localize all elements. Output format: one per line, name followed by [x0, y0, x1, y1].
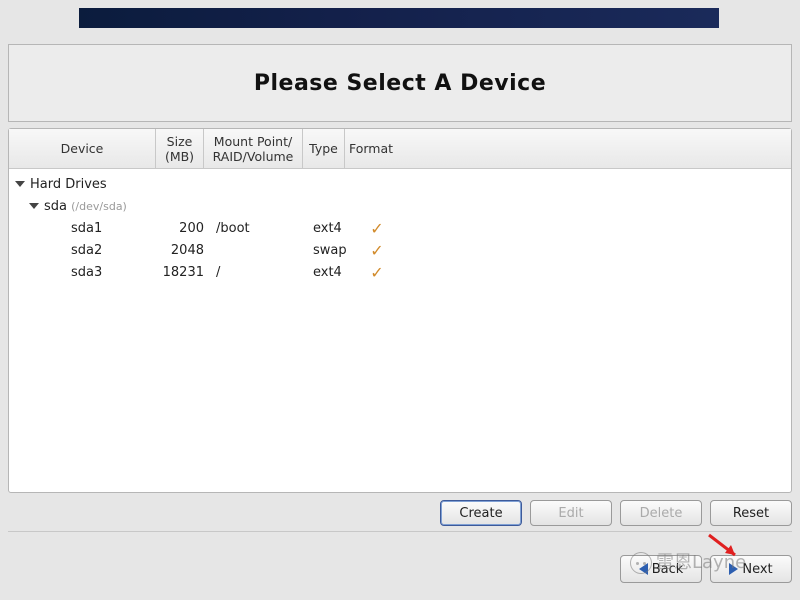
page-title: Please Select A Device: [254, 71, 546, 96]
col-size[interactable]: Size (MB): [156, 129, 204, 168]
back-button[interactable]: Back: [620, 555, 702, 583]
partition-name: sda1: [15, 221, 162, 236]
top-banner: [79, 8, 719, 28]
partition-name: sda2: [15, 243, 162, 258]
col-format[interactable]: Format: [345, 129, 397, 168]
partition-type: swap: [309, 243, 351, 258]
partition-size: 200: [162, 221, 210, 236]
partition-row[interactable]: sda1 200 /boot ext4 ✓: [9, 217, 791, 239]
action-button-row: Create Edit Delete Reset: [8, 500, 792, 532]
create-button[interactable]: Create: [440, 500, 522, 526]
col-type[interactable]: Type: [303, 129, 345, 168]
nav-button-row: Back Next: [620, 555, 792, 583]
arrow-left-icon: [639, 563, 648, 575]
title-panel: Please Select A Device: [8, 44, 792, 122]
check-icon: ✓: [370, 263, 383, 282]
col-mount[interactable]: Mount Point/ RAID/Volume: [204, 129, 303, 168]
edit-button: Edit: [530, 500, 612, 526]
partition-size: 2048: [162, 243, 210, 258]
partition-row[interactable]: sda2 2048 swap ✓: [9, 239, 791, 261]
partition-mount: /: [210, 265, 309, 280]
group-label: Hard Drives: [30, 177, 107, 192]
partition-type: ext4: [309, 265, 351, 280]
partition-mount: /boot: [210, 221, 309, 236]
partition-type: ext4: [309, 221, 351, 236]
reset-button[interactable]: Reset: [710, 500, 792, 526]
device-table: Device Size (MB) Mount Point/ RAID/Volum…: [8, 128, 792, 493]
partition-format: ✓: [351, 263, 403, 282]
check-icon: ✓: [370, 241, 383, 260]
check-icon: ✓: [370, 219, 383, 238]
table-header-row: Device Size (MB) Mount Point/ RAID/Volum…: [9, 129, 791, 169]
disk-path: (/dev/sda): [71, 200, 127, 213]
col-device[interactable]: Device: [9, 129, 156, 168]
partition-name: sda3: [15, 265, 162, 280]
chevron-down-icon[interactable]: [29, 203, 39, 209]
disk-label: sda: [44, 199, 67, 214]
chevron-down-icon[interactable]: [15, 181, 25, 187]
annotation-arrow-icon: [707, 533, 747, 563]
delete-button: Delete: [620, 500, 702, 526]
table-body: Hard Drives sda (/dev/sda) sda1 200 /boo…: [9, 169, 791, 283]
partition-row[interactable]: sda3 18231 / ext4 ✓: [9, 261, 791, 283]
partition-format: ✓: [351, 219, 403, 238]
partition-format: ✓: [351, 241, 403, 260]
tree-disk-row[interactable]: sda (/dev/sda): [9, 195, 791, 217]
partition-size: 18231: [162, 265, 210, 280]
arrow-right-icon: [729, 563, 738, 575]
tree-group-row[interactable]: Hard Drives: [9, 173, 791, 195]
